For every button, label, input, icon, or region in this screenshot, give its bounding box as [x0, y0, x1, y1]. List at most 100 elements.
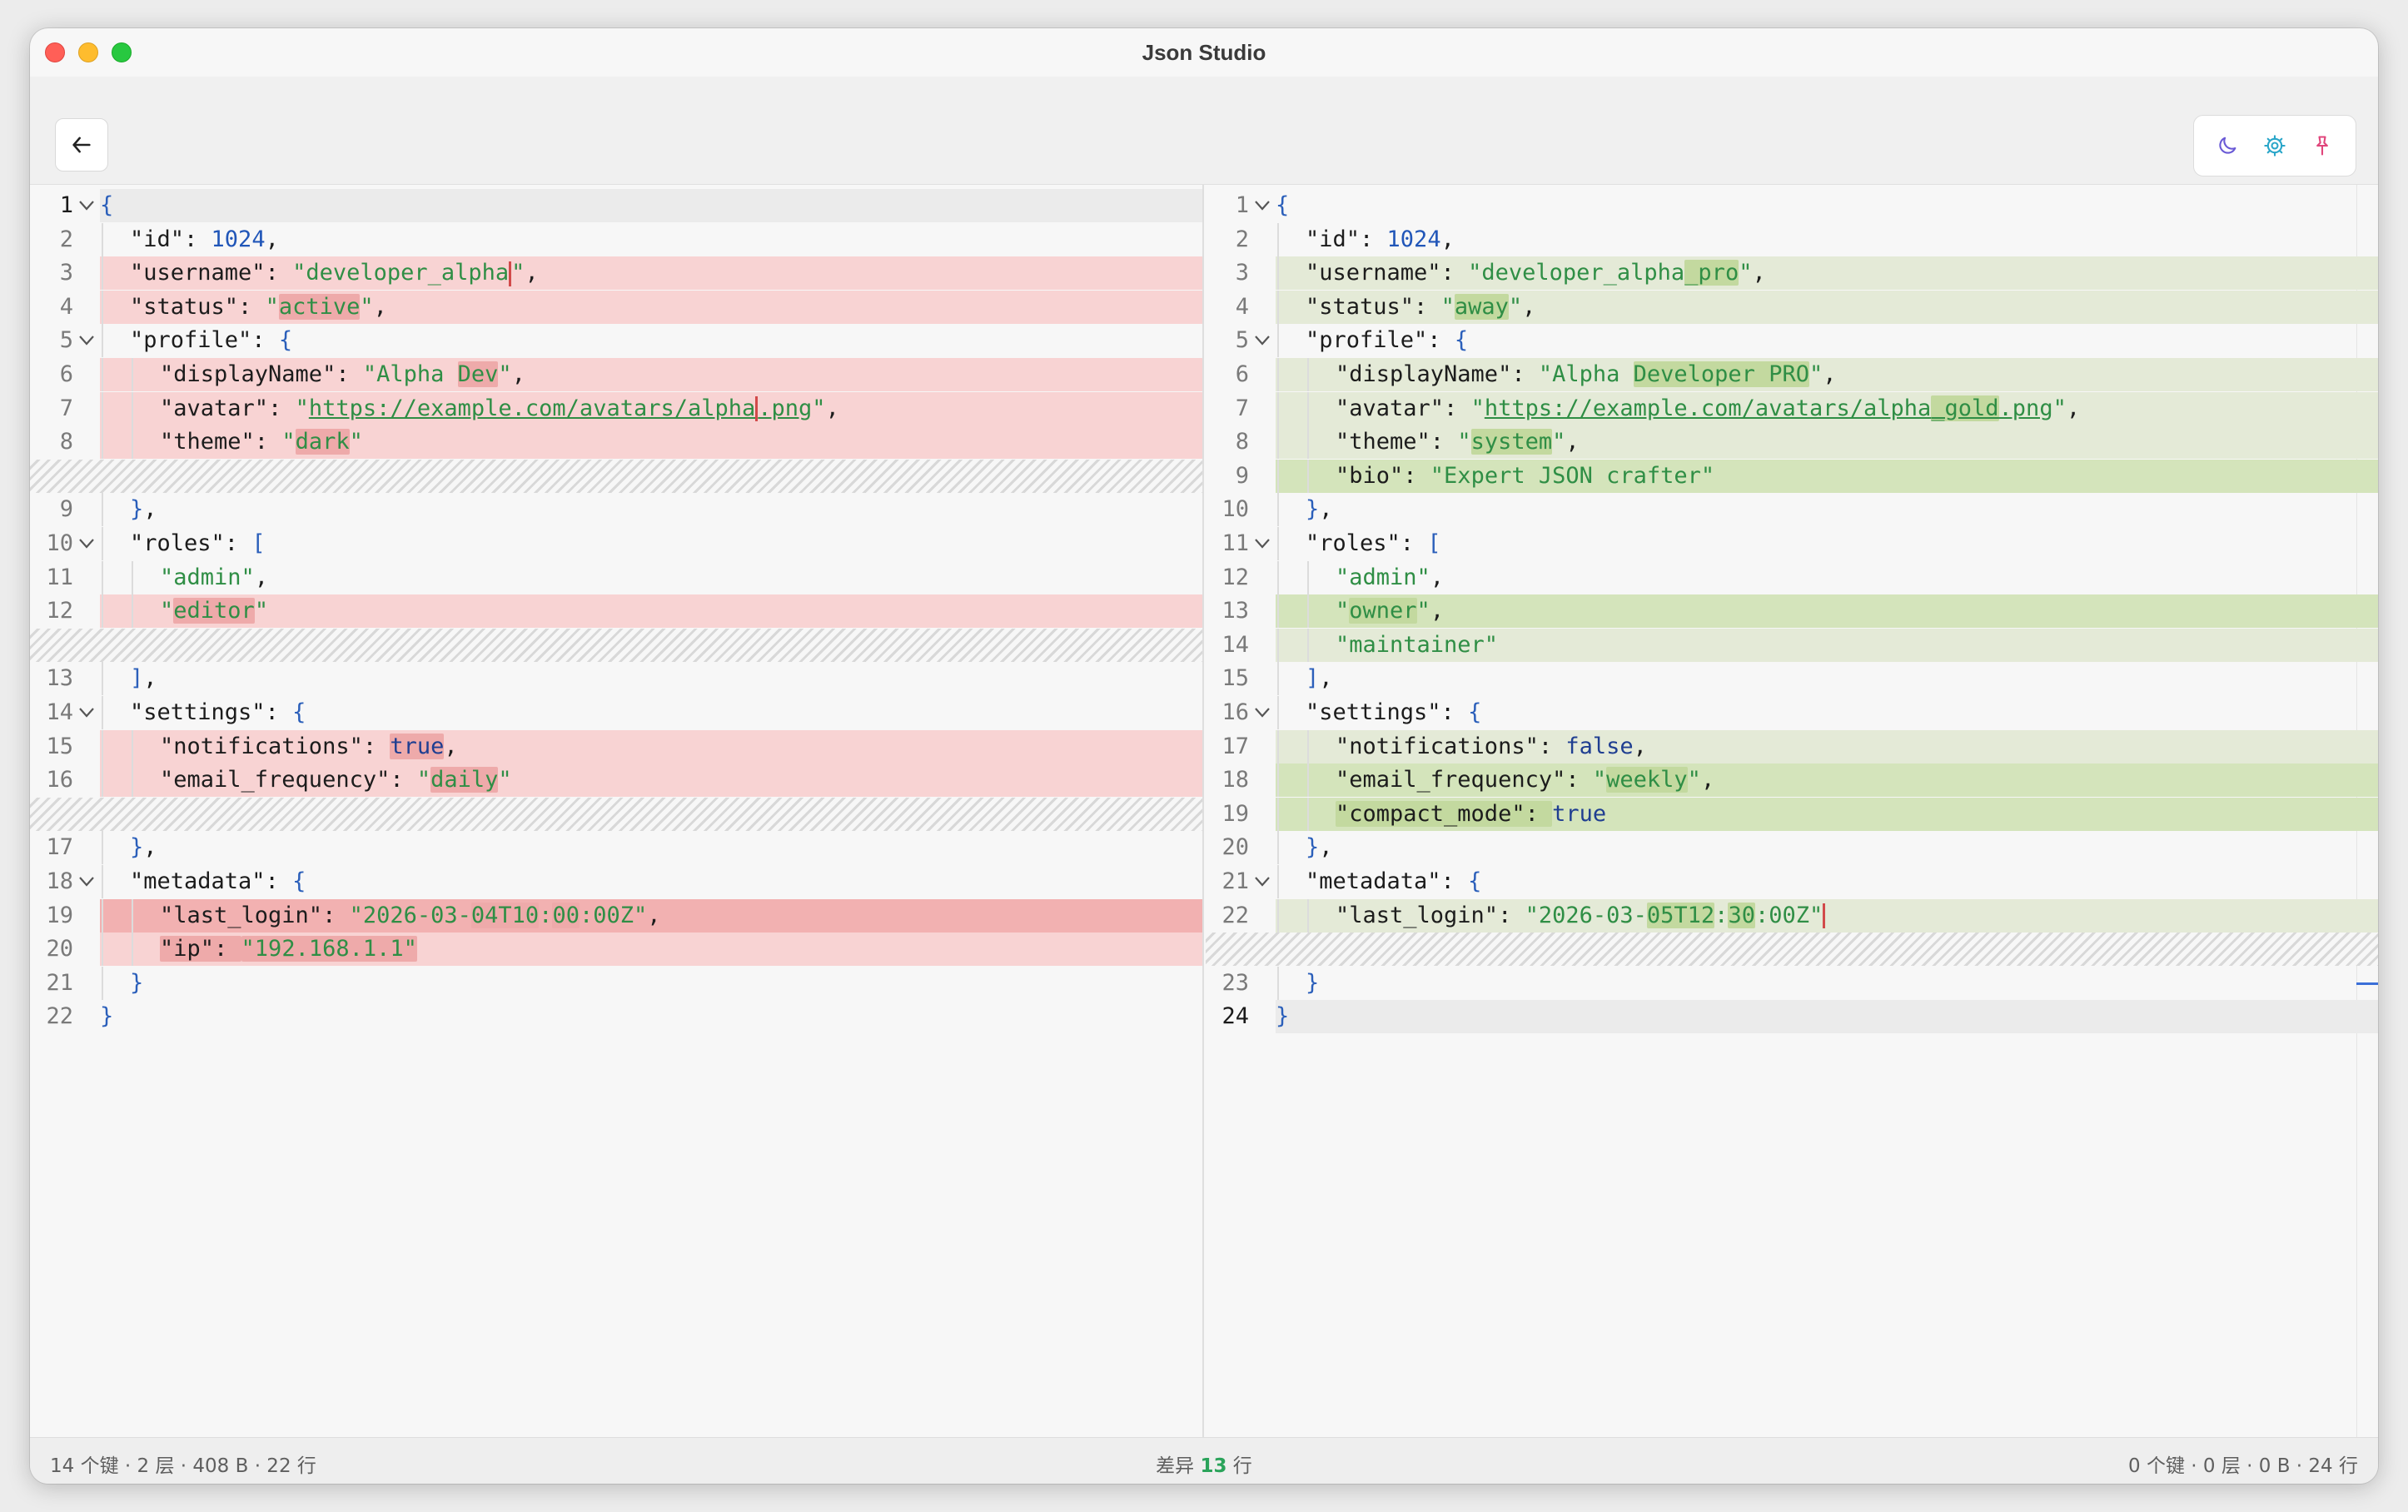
left-code-line[interactable]: 13], [30, 662, 1202, 696]
close-window-button[interactable] [45, 42, 65, 62]
left-code-text[interactable]: "theme": "dark" [160, 425, 363, 459]
left-editor-pane[interactable]: 1{2 "id": 1024, 3 "username": "developer_al… [30, 185, 1204, 1465]
left-code-text[interactable]: "id": 1024, [130, 223, 279, 256]
right-code-text[interactable]: "email_frequency": "weekly", [1336, 763, 1714, 797]
right-code-line[interactable]: 21 "metadata": { [1206, 865, 2378, 898]
right-code-text[interactable]: } [1306, 967, 1319, 1000]
right-code-line[interactable]: 23} [1206, 966, 2378, 1000]
right-code-line[interactable]: 7 "avatar": "https://example.com/avatars/… [1206, 391, 2378, 425]
right-code-text[interactable]: }, [1306, 831, 1333, 864]
right-code-line[interactable]: 18 "email_frequency": "weekly", [1206, 763, 2378, 798]
chevron-down-icon[interactable] [77, 705, 97, 720]
right-code-line[interactable]: 14 "maintainer" [1206, 628, 2378, 662]
zoom-window-button[interactable] [112, 42, 132, 62]
right-code-text[interactable]: "settings": { [1306, 696, 1481, 729]
right-code-line[interactable]: 22 "last_login": "2026-03-05T12:30:00Z" [1206, 898, 2378, 933]
right-code-text[interactable]: "status": "away", [1306, 291, 1535, 324]
right-code-line[interactable]: 6 "displayName": "Alpha Developer PRO", [1206, 358, 2378, 391]
right-code-line[interactable]: 17 "notifications": false, [1206, 729, 2378, 763]
left-code-line[interactable]: 17}, [30, 831, 1202, 865]
right-code-line[interactable]: 24} [1206, 1000, 2378, 1034]
right-code-line[interactable]: 16 "settings": { [1206, 696, 2378, 729]
right-code-text[interactable]: "profile": { [1306, 324, 1468, 357]
right-code-text[interactable]: "theme": "system", [1336, 425, 1580, 459]
left-code-text[interactable]: { [100, 189, 113, 222]
left-code-line[interactable]: 8 "theme": "dark" [30, 425, 1202, 460]
right-code-text[interactable]: "owner", [1336, 594, 1444, 628]
right-code-text[interactable]: "metadata": { [1306, 865, 1481, 898]
right-code-line[interactable]: 9 "bio": "Expert JSON crafter" [1206, 459, 2378, 493]
left-code-text[interactable]: "displayName": "Alpha Dev", [160, 358, 525, 391]
left-code-line[interactable]: 4 "status": "active", [30, 290, 1202, 324]
left-code-text[interactable]: }, [130, 493, 157, 526]
left-code-text[interactable]: } [130, 967, 143, 1000]
pin-button[interactable] [2306, 129, 2339, 162]
left-code-text[interactable]: "ip": "192.168.1.1" [160, 933, 417, 966]
left-code-line[interactable]: 18 "metadata": { [30, 865, 1202, 898]
left-code-text[interactable]: "username": "developer_alpha ", [130, 256, 539, 290]
left-code-line[interactable]: 1{ [30, 189, 1202, 222]
right-code-line[interactable]: 11 "roles": [ [1206, 527, 2378, 560]
left-code-line[interactable]: 19 "last_login": "2026-03-04T10:00:00Z", [30, 898, 1202, 933]
left-code-text[interactable]: "roles": [ [130, 527, 266, 560]
right-code-text[interactable]: { [1276, 189, 1289, 222]
left-code-line[interactable]: 11 "admin", [30, 560, 1202, 594]
right-code-text[interactable]: "last_login": "2026-03-05T12:30:00Z" [1336, 899, 1826, 933]
right-code-line[interactable]: 1{ [1206, 189, 2378, 222]
right-code-text[interactable]: ], [1306, 662, 1333, 695]
right-code-text[interactable]: "bio": "Expert JSON crafter" [1336, 460, 1714, 493]
left-code-text[interactable]: "status": "active", [130, 291, 387, 324]
left-code-line[interactable]: 22} [30, 1000, 1202, 1034]
left-code-line[interactable]: 15 "notifications": true, [30, 729, 1202, 763]
left-code-line[interactable]: 20 "ip": "192.168.1.1" [30, 933, 1202, 967]
left-code-line[interactable]: 10 "roles": [ [30, 527, 1202, 560]
left-code-line[interactable]: 16 "email_frequency": "daily" [30, 763, 1202, 798]
chevron-down-icon[interactable] [77, 198, 97, 213]
right-code-text[interactable]: "notifications": false, [1336, 730, 1647, 763]
left-code-line[interactable]: 6 "displayName": "Alpha Dev", [30, 358, 1202, 391]
left-code-text[interactable]: "last_login": "2026-03-04T10:00:00Z", [160, 899, 661, 933]
left-code-text[interactable]: "editor" [160, 594, 268, 628]
left-code-text[interactable]: "profile": { [130, 324, 292, 357]
left-code-text[interactable]: }, [130, 831, 157, 864]
right-code-text[interactable]: } [1276, 1000, 1289, 1033]
right-code-text[interactable]: "avatar": "https://example.com/avatars/a… [1336, 392, 2080, 425]
left-code-line[interactable]: 5 "profile": { [30, 324, 1202, 358]
right-code-text[interactable]: "admin", [1336, 561, 1444, 594]
chevron-down-icon[interactable] [1252, 536, 1272, 551]
theme-toggle-button[interactable] [2211, 129, 2244, 162]
back-button[interactable] [55, 118, 108, 172]
left-code-text[interactable]: "notifications": true, [160, 730, 458, 763]
right-code-line[interactable]: 20}, [1206, 831, 2378, 865]
right-code-line[interactable]: 4 "status": "away", [1206, 290, 2378, 324]
left-code-text[interactable]: "settings": { [130, 696, 306, 729]
right-code-line[interactable]: 13 "owner", [1206, 594, 2378, 629]
left-code-text[interactable]: ], [130, 662, 157, 695]
right-code-line[interactable]: 8 "theme": "system", [1206, 425, 2378, 460]
minimize-window-button[interactable] [78, 42, 98, 62]
right-code-line[interactable]: 10}, [1206, 493, 2378, 527]
left-code-line[interactable]: 21} [30, 966, 1202, 1000]
right-code-text[interactable]: "compact_mode": true [1336, 798, 1606, 831]
left-code-text[interactable]: "admin", [160, 561, 268, 594]
left-code-line[interactable]: 12 "editor" [30, 594, 1202, 629]
right-editor-pane[interactable]: 1{2 "id": 1024, 3 "username": "developer_al… [1206, 185, 2378, 1465]
right-code-text[interactable]: "displayName": "Alpha Developer PRO", [1336, 358, 1837, 391]
left-code-line[interactable]: 14 "settings": { [30, 696, 1202, 729]
left-code-text[interactable]: } [100, 1000, 113, 1033]
right-code-text[interactable]: "username": "developer_alpha_pro", [1306, 256, 1766, 290]
right-code-line[interactable]: 2 "id": 1024, [1206, 222, 2378, 256]
left-code-text[interactable]: "metadata": { [130, 865, 306, 898]
settings-button[interactable] [2258, 129, 2291, 162]
right-code-line[interactable]: 12 "admin", [1206, 560, 2378, 594]
right-code-text[interactable]: "id": 1024, [1306, 223, 1455, 256]
right-code-text[interactable]: "maintainer" [1336, 629, 1498, 662]
chevron-down-icon[interactable] [77, 333, 97, 348]
chevron-down-icon[interactable] [1252, 333, 1272, 348]
chevron-down-icon[interactable] [1252, 874, 1272, 889]
chevron-down-icon[interactable] [1252, 705, 1272, 720]
right-code-text[interactable]: "roles": [ [1306, 527, 1441, 560]
left-code-text[interactable]: "email_frequency": "daily" [160, 763, 512, 797]
left-code-line[interactable]: 7 "avatar": "https://example.com/avatars/… [30, 391, 1202, 425]
chevron-down-icon[interactable] [77, 536, 97, 551]
